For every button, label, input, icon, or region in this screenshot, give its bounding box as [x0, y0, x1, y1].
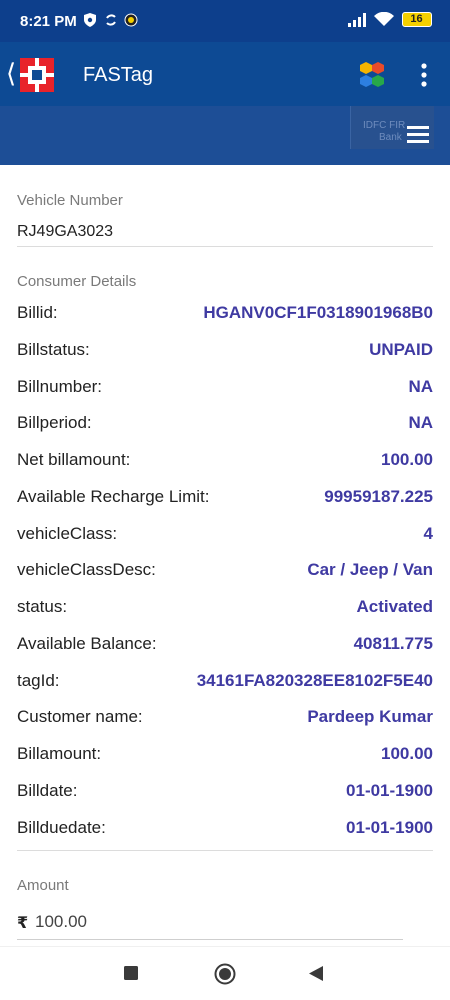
detail-key: Billperiod: [17, 413, 92, 432]
bank-logo-icon[interactable] [20, 58, 54, 92]
back-nav-icon[interactable] [309, 966, 323, 981]
detail-key: Billid: [17, 303, 58, 322]
signal-icon [348, 12, 366, 27]
amount-field[interactable]: ₹ [17, 910, 403, 940]
detail-key: Billnumber: [17, 377, 103, 396]
detail-row: vehicleClass: 4 [17, 524, 433, 548]
detail-row: Billamount: 100.00 [17, 744, 433, 768]
detail-row: Billnumber: NA [17, 377, 433, 401]
detail-value: Pardeep Kumar [307, 707, 433, 726]
detail-key: status: [17, 597, 68, 616]
detail-row: Billdate: 01-01-1900 [17, 781, 433, 805]
hexagon-apps-icon[interactable] [356, 59, 388, 91]
system-nav-bar [0, 946, 450, 1000]
detail-value: 100.00 [381, 450, 433, 469]
shield-icon [84, 13, 96, 27]
hamburger-menu-icon[interactable] [407, 126, 429, 144]
status-bar: 8:21 PM 16 [0, 0, 450, 42]
detail-row: Available Recharge Limit: 99959187.225 [17, 487, 433, 511]
detail-row: Customer name: Pardeep Kumar [17, 707, 433, 731]
status-time: 8:21 PM [20, 13, 77, 30]
battery-level: 16 [410, 13, 423, 25]
detail-key: Billduedate: [17, 818, 106, 837]
detail-value: 40811.775 [353, 634, 433, 653]
rupee-icon: ₹ [17, 915, 29, 932]
banner: IDFC FIR Bank [0, 106, 450, 165]
amount-input[interactable] [35, 910, 395, 934]
detail-key: vehicleClass: [17, 524, 118, 543]
detail-value: Car / Jeep / Van [307, 560, 433, 579]
divider [17, 850, 433, 851]
home-button-icon[interactable] [214, 963, 236, 985]
notification-dot-icon [124, 13, 138, 27]
detail-value: 99959187.225 [324, 487, 433, 506]
detail-row: status: Activated [17, 597, 433, 621]
detail-value: NA [408, 377, 433, 396]
detail-value: Activated [356, 597, 433, 616]
detail-row: Net billamount: 100.00 [17, 450, 433, 474]
detail-row: Billstatus: UNPAID [17, 340, 433, 364]
battery-icon: 16 [402, 12, 432, 27]
detail-value: 34161FA820328EE8102F5E40 [196, 671, 433, 690]
detail-value: 01-01-1900 [346, 781, 433, 800]
detail-value: UNPAID [369, 340, 433, 359]
detail-key: Billdate: [17, 781, 78, 800]
consumer-details-label: Consumer Details [17, 273, 137, 290]
sync-icon [106, 14, 116, 26]
detail-row: Billduedate: 01-01-1900 [17, 818, 433, 842]
bank-name-line1: IDFC FIR [363, 120, 406, 131]
detail-value: 4 [423, 524, 433, 543]
detail-value: NA [408, 413, 433, 432]
amount-label: Amount [17, 877, 69, 894]
back-button[interactable]: ⟨ [6, 56, 16, 90]
detail-key: Available Recharge Limit: [17, 487, 210, 506]
wifi-icon [374, 12, 394, 26]
detail-key: tagId: [17, 671, 60, 690]
detail-row: Available Balance: 40811.775 [17, 634, 433, 658]
detail-value: 01-01-1900 [346, 818, 433, 837]
vehicle-number-label: Vehicle Number [17, 192, 123, 209]
detail-row: Billid: HGANV0CF1F0318901968B0 [17, 303, 433, 327]
bank-name-line2: Bank [379, 132, 402, 143]
detail-key: Billamount: [17, 744, 102, 763]
divider [17, 246, 433, 247]
detail-row: vehicleClassDesc: Car / Jeep / Van [17, 560, 433, 584]
detail-row: Billperiod: NA [17, 413, 433, 437]
recents-button-icon[interactable] [124, 966, 138, 980]
detail-row: tagId: 34161FA820328EE8102F5E40 [17, 671, 433, 695]
detail-key: Customer name: [17, 707, 143, 726]
detail-key: Billstatus: [17, 340, 90, 359]
page-title: FASTag [83, 64, 154, 86]
detail-key: Available Balance: [17, 634, 157, 653]
detail-value: 100.00 [381, 744, 433, 763]
bank-badge: IDFC FIR Bank [350, 106, 434, 149]
app-bar: ⟨ FASTag [0, 42, 450, 106]
vehicle-number-value[interactable]: RJ49GA3023 [17, 223, 113, 241]
detail-value: HGANV0CF1F0318901968B0 [203, 303, 433, 322]
detail-key: vehicleClassDesc: [17, 560, 156, 579]
more-vert-icon[interactable] [416, 62, 432, 88]
detail-key: Net billamount: [17, 450, 131, 469]
